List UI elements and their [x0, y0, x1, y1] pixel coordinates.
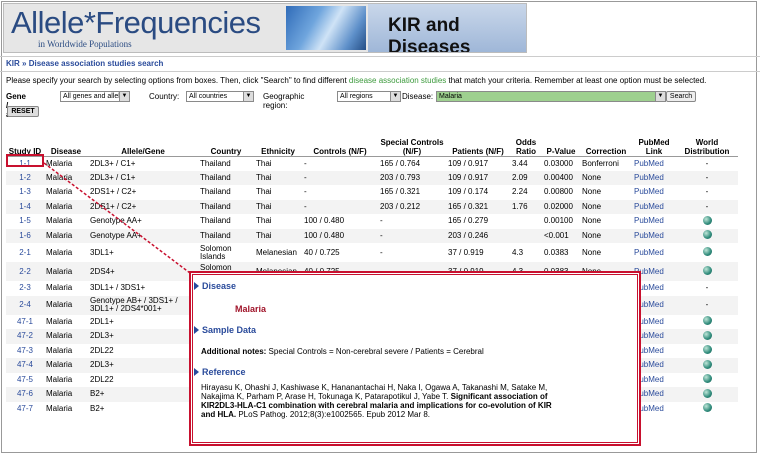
notes-text: Special Controls = Non-cerebral severe /…: [266, 347, 484, 356]
notes-label: Additional notes:: [201, 347, 267, 356]
sample-heading: Sample Data: [202, 325, 257, 335]
highlight-box: [6, 154, 44, 167]
ref-source: PLoS Pathog. 2012;8(3):e1002565. Epub 20…: [236, 410, 431, 419]
disease-section-toggle[interactable]: Disease: [194, 281, 236, 291]
triangle-right-icon: [194, 368, 199, 376]
triangle-right-icon: [194, 282, 199, 290]
disease-value: Malaria: [235, 304, 267, 314]
reference-citation: Hirayasu K, Ohashi J, Kashiwase K, Hanan…: [201, 383, 563, 419]
additional-notes: Additional notes: Special Controls = Non…: [201, 347, 484, 356]
triangle-right-icon: [194, 326, 199, 334]
reference-section-toggle[interactable]: Reference: [194, 367, 246, 377]
study-detail-popup: Disease Malaria Sample Data Additional n…: [189, 271, 641, 446]
reference-heading: Reference: [202, 367, 246, 377]
disease-heading: Disease: [202, 281, 237, 291]
sample-section-toggle[interactable]: Sample Data: [194, 325, 256, 335]
